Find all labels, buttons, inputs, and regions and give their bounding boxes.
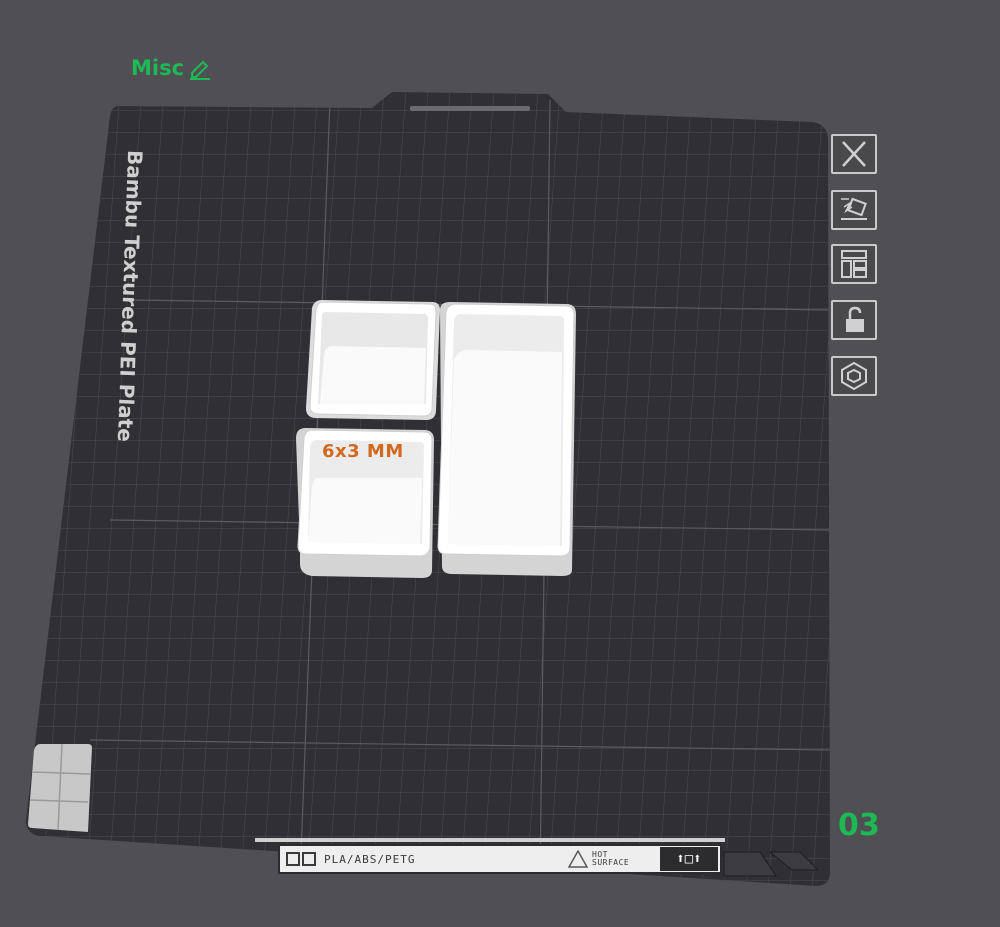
edit-pencil-icon[interactable] [188, 56, 212, 80]
auto-orient-icon [841, 197, 867, 220]
object-label: 6x3 MM [322, 441, 404, 462]
delete-plate-button[interactable] [831, 134, 877, 174]
strip-icons [286, 852, 316, 866]
plate-settings-button[interactable] [831, 356, 877, 396]
arrows-box: ⬆ □ ⬆ [660, 847, 718, 871]
arrange-button[interactable] [831, 244, 877, 284]
hexagon-nut-icon [841, 361, 867, 391]
lock-plate-button[interactable] [831, 300, 877, 340]
bin-top-left[interactable] [306, 300, 440, 420]
plate-number: 03 [838, 808, 880, 843]
unlock-icon [846, 306, 864, 332]
auto-orient-button[interactable] [831, 190, 877, 230]
printer-logo-icon [286, 852, 300, 866]
origin-marker [28, 743, 92, 832]
close-icon [842, 141, 866, 167]
plate-logo-icon [302, 852, 316, 866]
up-arrow-icon: ⬆ [693, 851, 702, 867]
material-strip: PLA/ABS/PETG HOT SURFACE ⬆ □ ⬆ [278, 844, 722, 874]
material-text: PLA/ABS/PETG [324, 852, 416, 866]
hot-surface-warning-icon [568, 850, 588, 868]
plate-name-label: Misc [131, 56, 185, 80]
up-arrow-icon: ⬆ [676, 851, 685, 867]
square-icon: □ [684, 851, 694, 867]
arrange-icon [841, 250, 867, 278]
hot-surface-text: HOT SURFACE [592, 850, 630, 867]
plate-handle-slot [410, 106, 530, 111]
bin-tall-right[interactable] [437, 302, 576, 576]
plate-name[interactable]: Misc [131, 56, 212, 80]
